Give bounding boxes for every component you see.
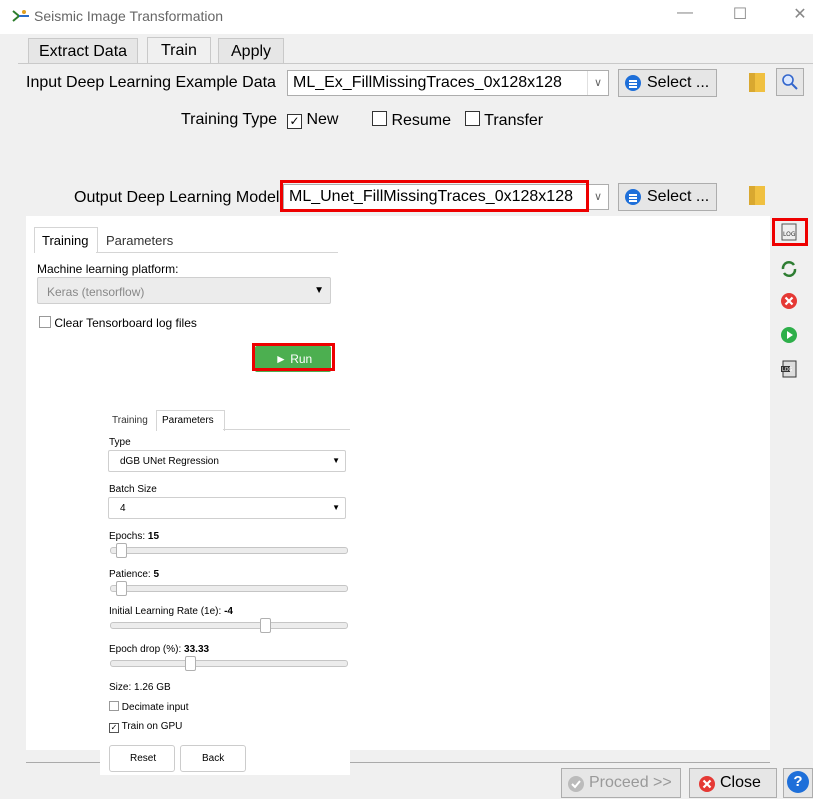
back-button[interactable]: Back [180, 745, 246, 772]
caret-down-icon: ▼ [332, 456, 340, 465]
app-icon [12, 10, 29, 22]
option-new[interactable]: ✓ New [287, 111, 338, 129]
footer-divider-right [350, 762, 770, 763]
output-select-button[interactable]: Select ... [618, 183, 717, 211]
params-tab-line [223, 429, 350, 430]
help-button[interactable]: ? [783, 768, 813, 798]
view-log-icon[interactable]: LOG [780, 360, 798, 378]
folder-icon[interactable] [748, 183, 766, 207]
patience-label: Patience: 5 [109, 569, 160, 580]
input-select-button[interactable]: Select ... [618, 69, 717, 97]
batch-size-select[interactable]: 4 ▼ [108, 497, 346, 519]
footer-divider-left [26, 762, 100, 763]
patience-slider-track[interactable] [110, 581, 348, 596]
params-tab-parameters-label: Parameters [162, 415, 214, 426]
epoch-drop-label: Epoch drop (%): 33.33 [109, 644, 210, 655]
patience-slider-handle[interactable] [116, 581, 127, 596]
caret-down-icon: ▼ [314, 285, 324, 296]
option-transfer[interactable]: Transfer [465, 111, 543, 130]
list-icon [625, 75, 641, 91]
run-highlight [252, 343, 335, 371]
chevron-down-icon: ∨ [587, 185, 608, 209]
play-icon[interactable] [780, 326, 798, 344]
panel-tab-line [96, 252, 338, 253]
epochs-slider-track[interactable] [110, 543, 348, 558]
refresh-icon[interactable] [780, 260, 798, 278]
maximize-button[interactable]: ☐ [725, 4, 755, 24]
proceed-button[interactable]: Proceed >> [561, 768, 681, 798]
close-window-button[interactable]: ✕ [785, 4, 813, 24]
epoch-drop-slider-handle[interactable] [185, 656, 196, 671]
tab-extract-data[interactable]: Extract Data [28, 38, 139, 64]
caret-down-icon: ▼ [332, 503, 340, 512]
tab-apply[interactable]: Apply [218, 38, 285, 64]
batch-size-label: Batch Size [109, 484, 157, 495]
type-select[interactable]: dGB UNet Regression ▼ [108, 450, 346, 472]
decimate-option[interactable]: Decimate input [109, 701, 188, 713]
learning-rate-slider-track[interactable] [110, 618, 348, 633]
panel-tab-parameters[interactable]: Parameters [106, 233, 173, 248]
epochs-slider-handle[interactable] [116, 543, 127, 558]
window-title: Seismic Image Transformation [34, 8, 224, 24]
log-icon[interactable]: LOG [780, 223, 798, 241]
training-type-label: Training Type [181, 111, 278, 128]
folder-icon[interactable] [748, 70, 766, 94]
input-value: ML_Ex_FillMissingTraces_0x128x128 [293, 74, 562, 91]
search-icon [782, 74, 798, 90]
tab-divider [18, 63, 813, 64]
check-circle-icon [568, 776, 584, 792]
checkbox-transfer[interactable] [465, 111, 480, 126]
reset-button[interactable]: Reset [109, 745, 175, 772]
input-combo[interactable]: ML_Ex_FillMissingTraces_0x128x128 ∨ [287, 70, 609, 96]
search-button[interactable] [776, 68, 804, 96]
svg-text:LOG: LOG [782, 367, 793, 373]
params-tab-training[interactable]: Training [112, 415, 148, 426]
checkbox-resume[interactable] [372, 111, 387, 126]
stop-icon[interactable] [780, 292, 798, 310]
platform-select[interactable]: Keras (tensorflow) ▼ [37, 277, 331, 304]
checkbox-clear-logs[interactable] [39, 316, 51, 328]
checkbox-gpu[interactable]: ✓ [109, 723, 119, 733]
gpu-option[interactable]: ✓ Train on GPU [109, 721, 182, 733]
size-text: Size: 1.26 GB [109, 682, 171, 693]
epochs-label: Epochs: 15 [109, 531, 160, 542]
checkbox-decimate[interactable] [109, 701, 119, 711]
learning-rate-label: Initial Learning Rate (1e): -4 [109, 606, 233, 617]
help-icon: ? [787, 771, 809, 793]
option-resume[interactable]: Resume [372, 111, 451, 130]
panel-tab-training-label: Training [42, 233, 89, 248]
svg-text:LOG: LOG [783, 231, 796, 238]
chevron-down-icon: ∨ [587, 71, 608, 95]
patience-value: 5 [153, 569, 160, 580]
input-label: Input Deep Learning Example Data [26, 74, 276, 91]
epochs-value: 15 [147, 531, 160, 542]
list-icon [625, 189, 641, 205]
learning-rate-slider-handle[interactable] [260, 618, 271, 633]
output-highlight [280, 180, 589, 212]
tab-train[interactable]: Train [147, 37, 211, 64]
clear-logs-option[interactable]: Clear Tensorboard log files [39, 316, 197, 330]
checkbox-new[interactable]: ✓ [287, 114, 302, 129]
platform-label: Machine learning platform: [37, 262, 179, 276]
close-circle-icon [699, 776, 715, 792]
type-label: Type [109, 437, 131, 448]
epoch-drop-slider-track[interactable] [110, 656, 348, 671]
learning-rate-value: -4 [224, 606, 233, 617]
minimize-button[interactable]: — [670, 4, 700, 22]
close-button[interactable]: Close [689, 768, 777, 798]
epoch-drop-value: 33.33 [184, 644, 210, 655]
output-label: Output Deep Learning Model [74, 189, 280, 206]
